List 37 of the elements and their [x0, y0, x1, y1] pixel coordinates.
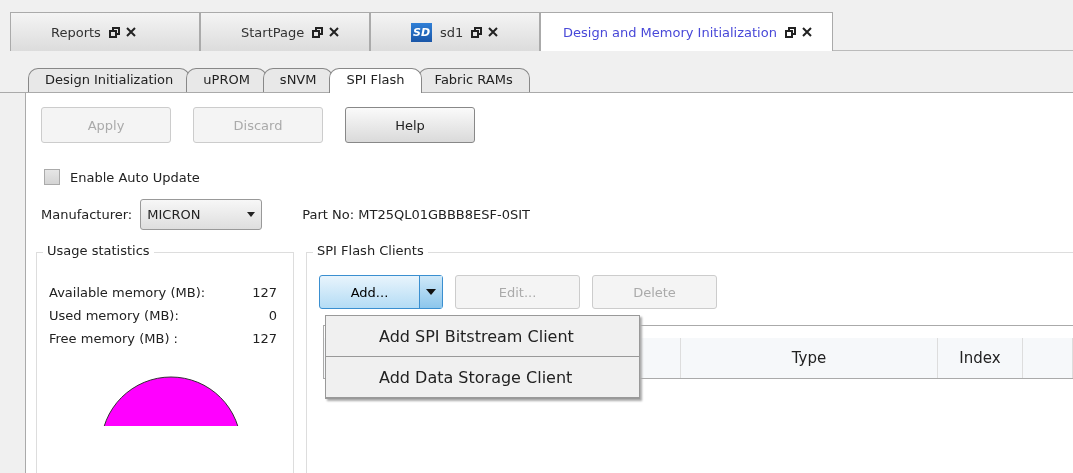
menu-item[interactable]: Add Data Storage Client — [326, 357, 639, 398]
close-icon[interactable] — [329, 27, 340, 37]
add-split-button[interactable]: Add... — [319, 275, 443, 309]
close-icon[interactable] — [125, 27, 136, 37]
document-tab[interactable]: Design and Memory Initialization — [540, 12, 833, 51]
float-window-icon[interactable] — [471, 26, 483, 38]
close-icon[interactable] — [488, 27, 499, 37]
part-number: Part No: MT25QL01GBBB8ESF-0SIT — [302, 207, 530, 222]
dropdown-arrow-button[interactable] — [420, 276, 442, 308]
tab[interactable]: SPI Flash — [329, 68, 422, 93]
float-window-icon[interactable] — [312, 26, 324, 38]
stat-value: 0 — [267, 308, 277, 323]
toolbar-button[interactable]: Help — [345, 107, 475, 143]
stat-label: Used memory (MB): — [49, 308, 180, 323]
column-header: Index — [938, 338, 1023, 378]
field-label: Manufacturer: — [41, 207, 133, 222]
column-header: Type — [681, 338, 938, 378]
float-window-icon[interactable] — [108, 26, 120, 38]
group-title: SPI Flash Clients — [313, 243, 428, 258]
stat-value: 127 — [252, 331, 277, 346]
float-window-icon[interactable] — [784, 26, 796, 38]
tab[interactable]: uPROM — [186, 68, 267, 92]
checkbox-label: Enable Auto Update — [70, 169, 200, 185]
stat-label: Available memory (MB): — [49, 285, 206, 300]
close-icon[interactable] — [801, 27, 812, 37]
manufacturer-dropdown[interactable]: MICRON — [140, 199, 263, 230]
caret-icon[interactable] — [426, 289, 436, 295]
document-tab[interactable]: StartPage — [200, 12, 370, 51]
checkbox[interactable] — [44, 169, 60, 185]
document-tab[interactable]: Reports — [10, 12, 200, 51]
caret-icon[interactable] — [247, 212, 256, 217]
document-tab[interactable]: SD sd1 — [370, 12, 540, 51]
menu-item[interactable]: Add SPI Bitstream Client — [326, 316, 639, 357]
file-badge: SD — [411, 22, 433, 42]
group-title: Usage statistics — [43, 243, 154, 258]
stat-value: 127 — [252, 285, 277, 300]
stat-label: Free memory (MB) : — [49, 331, 179, 346]
